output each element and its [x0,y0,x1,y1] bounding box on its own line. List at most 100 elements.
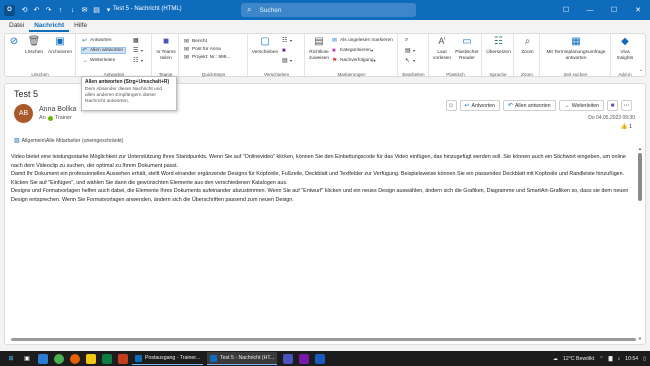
read-aloud-button[interactable]: A’ Laut vorlesen [431,36,453,61]
firefox-icon[interactable] [70,353,80,364]
reply-all-action-button[interactable]: ↶ Allen antworten [502,100,556,111]
vertical-scrollbar[interactable]: ▲ ▼ [638,146,643,341]
windows-start-icon[interactable]: ⊞ [6,354,16,364]
avatar[interactable]: AB [14,104,33,123]
mail-icon[interactable]: ✉ [80,6,89,15]
recipient-line: An Trainer [39,115,72,121]
tray-arrow-icon[interactable]: ⌃ [599,356,603,362]
mail-icon: ✉ [184,39,190,45]
sensitivity-label[interactable]: ▧ Allgemein\Alle Mitarbeiter (uneingesch… [14,137,123,145]
delete-button[interactable]: 🗑 Löschen [23,36,45,56]
customize-qat-icon[interactable]: ▾ [104,6,113,15]
viva-insights-button[interactable]: ◆ Viva Insights [613,36,637,61]
explorer-icon[interactable] [86,353,96,364]
smiley-icon: ☺ [447,102,455,109]
scroll-thumb[interactable] [638,153,642,201]
move-folder-icon: ▢ [260,36,270,48]
network-icon[interactable]: ▇ [609,356,613,362]
group-zeit-suchen: ▦ Mit Terminplanungsumfrage antworten Ze… [541,34,611,78]
to-prefix: An [39,115,46,121]
mark-unread-button[interactable]: ✉ Als ungelesen markieren [332,37,393,44]
quickstep-post[interactable]: ✉ Post für Anna [184,46,221,53]
mail-icon: ✉ [184,55,190,61]
junk-button[interactable]: ⊘ [7,36,21,50]
search-input[interactable]: ⌕ Suchen [241,3,416,17]
previous-item-icon[interactable]: ↑ [56,6,65,15]
group-label-quicksteps: QuickSteps [201,72,226,77]
maximize-button[interactable]: ☐ [602,0,626,20]
meeting-reply-button[interactable]: ▦ [133,37,141,44]
powerpoint-icon[interactable] [118,353,128,364]
reply-action-button[interactable]: ↩ Antworten [459,100,500,111]
horizontal-scrollbar[interactable] [11,337,636,341]
followup-button[interactable]: ⚑ Nachverfolgung ▾ [332,57,376,64]
quickstep-projekt[interactable]: ✉ Projekt: Nr.: 999... [184,54,230,61]
horizontal-scroll-thumb[interactable] [11,338,636,341]
like-count: 1 [628,124,632,130]
rules-small-button[interactable]: ☷ ▾ [282,37,292,44]
minimize-button[interactable]: — [578,0,602,20]
zoom-button[interactable]: ⌕ Zoom [516,36,539,56]
move-button[interactable]: ▢ Verschieben [251,36,279,56]
clock-time[interactable]: 10:54 [625,356,638,362]
ribbon-collapse-icon[interactable]: ⌄ [639,67,643,73]
like-indicator[interactable]: 👍 1 [621,124,632,130]
recipient-name[interactable]: Trainer [55,115,72,121]
forward-button[interactable]: → Weiterleiten [82,57,115,64]
word-taskbar-icon[interactable] [315,353,326,364]
outlook-app-icon: O [4,4,15,16]
volume-icon[interactable]: ♪ [618,356,621,362]
categorize-button[interactable]: ■ Kategorisieren ▾ [332,47,373,54]
reply-button[interactable]: ↩ Antworten [82,37,112,44]
translate-button[interactable]: ☷ Übersetzen [484,36,513,56]
task-view-icon[interactable]: ▣ [22,354,32,364]
quickstep-bericht[interactable]: ✉ Bericht [184,38,207,45]
autosave-icon[interactable]: ⟲ [20,6,29,15]
chrome-icon[interactable] [54,353,64,364]
emoji-button[interactable]: ☺ [445,100,457,111]
tab-datei[interactable]: Datei [4,20,29,32]
actions-button[interactable]: ▤ ▾ [282,57,292,64]
close-button[interactable]: ✕ [626,0,650,20]
undo-icon[interactable]: ↶ [32,6,41,15]
more-actions-button[interactable]: ⋯ [621,100,632,111]
reader-icon: ▭ [462,36,472,48]
im-reply-button[interactable]: ☰ ▾ [133,47,143,54]
reply-all-button[interactable]: ↶ Allen antworten [81,47,127,54]
next-item-icon[interactable]: ↓ [68,6,77,15]
tab-nachricht[interactable]: Nachricht [29,20,70,32]
group-label-loeschen: Löschen [31,72,49,77]
forward-action-button[interactable]: → Weiterleiten [558,100,604,111]
select-button[interactable]: ↖ ▾ [405,57,415,64]
archive-button[interactable]: ▣ Archivieren [46,36,74,56]
assign-policy-button[interactable]: ▤ Richtlinie zuweisen [307,36,331,61]
taskbar-app-message[interactable]: Test 5 - Nachricht (HT... [207,352,278,365]
notification-icon[interactable]: ▯ [643,356,646,362]
taskbar-app-outlook-inbox[interactable]: Postausgang - Trainer... [132,352,204,365]
scheduling-poll-button[interactable]: ▦ Mit Terminplanungsumfrage antworten [542,36,610,61]
immersive-reader-button[interactable]: ▭ Plastischer Reader [454,36,480,61]
redo-icon[interactable]: ↷ [44,6,53,15]
find-button[interactable]: ⌕ [405,37,413,44]
excel-icon[interactable] [102,353,112,364]
teams-taskbar-icon[interactable] [283,353,294,364]
edge-icon[interactable] [38,353,48,364]
tab-hilfe[interactable]: Hilfe [69,20,92,32]
tag-icon[interactable]: ▤ [92,6,101,15]
sender-name[interactable]: Anna Bolika [39,106,76,113]
ribbon-display-icon[interactable]: ☐ [554,0,578,20]
onenote-button[interactable]: ■ [282,47,290,54]
weather-text[interactable]: 12°C Bewölkt [563,356,594,362]
scroll-up-icon[interactable]: ▲ [638,146,642,151]
related-button[interactable]: ▤ ▾ [405,47,415,54]
viva-icon: ◆ [621,36,629,48]
group-teams: ■ In Teams teilen Teams [153,34,179,78]
teams-share-action-button[interactable]: ■ [607,100,618,111]
group-label-zoom: Zoom [521,72,533,77]
scroll-down-icon[interactable]: ▼ [638,336,642,341]
actions-icon: ▤ [282,58,288,64]
group-sprache: ☷ Übersetzen Sprache [483,34,514,78]
onenote-taskbar-icon[interactable] [299,353,310,364]
share-teams-button[interactable]: ■ In Teams teilen [155,36,177,61]
more-reply-button[interactable]: ☷ ▾ [133,57,143,64]
